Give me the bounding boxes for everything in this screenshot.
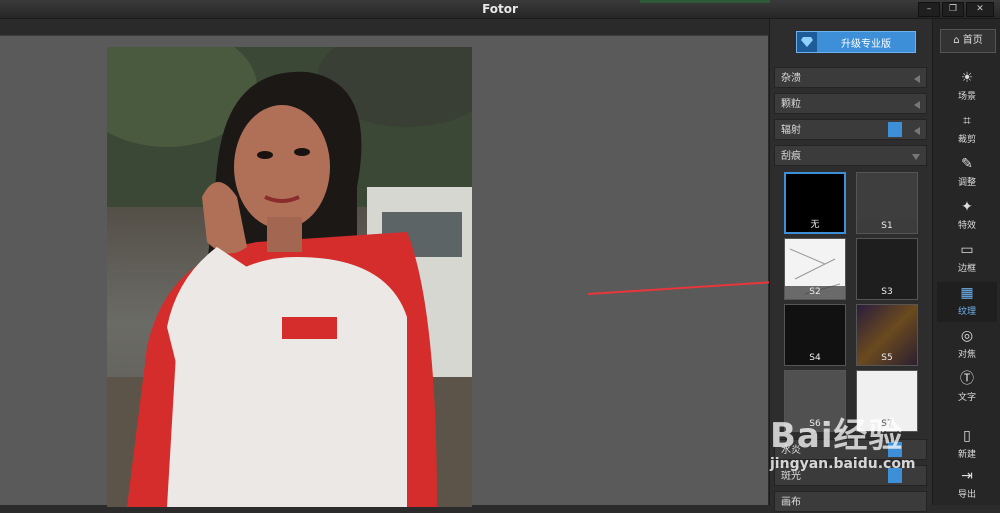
texture-thumb-s6[interactable]: S6	[784, 370, 846, 432]
diamond-icon	[797, 32, 817, 52]
sparkle-icon: ✦	[961, 199, 973, 215]
texture-thumb-s4[interactable]: S4	[784, 304, 846, 366]
tool-new[interactable]: ▯ 新建	[937, 425, 997, 465]
tool-label: 文字	[957, 393, 976, 403]
tool-label: 新建	[957, 450, 976, 460]
tool-label: 对焦	[957, 350, 976, 360]
section-water-flame[interactable]: 水炎	[774, 439, 927, 460]
texture-thumb-none[interactable]: 无	[784, 172, 846, 234]
crop-icon: ⌗	[963, 113, 971, 129]
expand-arrow-icon	[912, 154, 920, 160]
section-scratches[interactable]: 刮痕	[774, 145, 927, 166]
text-icon: Ⓣ	[960, 371, 974, 387]
frame-icon: ▭	[960, 242, 974, 258]
section-light-spot[interactable]: 斑光	[774, 465, 927, 486]
pencil-icon: ✎	[961, 156, 973, 172]
upgrade-label: 升级专业版	[841, 38, 891, 50]
export-icon: ⇥	[961, 468, 973, 484]
pro-diamond-icon	[888, 122, 902, 137]
upgrade-button[interactable]: 升级专业版	[796, 31, 916, 53]
section-label: 杂溃	[781, 73, 801, 84]
tool-label: 纹理	[957, 307, 976, 317]
tool-texture[interactable]: ▦ 纹理	[937, 282, 997, 322]
pro-diamond-icon	[888, 468, 902, 483]
tool-label: 导出	[957, 490, 976, 500]
section-label: 颗粒	[781, 99, 801, 110]
effects-panel: 升级专业版 杂溃 颗粒 辐射 刮痕 无 S1 S2 S3 S4 S5 S6 S7…	[769, 19, 932, 512]
sun-icon: ☀	[960, 70, 974, 86]
texture-thumb-s3[interactable]: S3	[856, 238, 918, 300]
section-canvas[interactable]: 画布	[774, 491, 927, 512]
texture-label: S2	[785, 286, 845, 299]
tool-scene[interactable]: ☀ 场景	[937, 67, 997, 107]
tool-label: 裁剪	[957, 135, 976, 145]
home-label: 首页	[962, 35, 983, 46]
collapse-arrow-icon	[914, 101, 920, 109]
target-icon: ◎	[960, 328, 974, 344]
tool-text[interactable]: Ⓣ 文字	[937, 368, 997, 408]
section-label: 水炎	[781, 445, 801, 456]
texture-thumb-s5[interactable]: S5	[856, 304, 918, 366]
texture-icon: ▦	[960, 285, 974, 301]
texture-label: S5	[881, 353, 893, 363]
texture-thumb-s7[interactable]: S7	[856, 370, 918, 432]
texture-label: 无	[810, 220, 820, 230]
section-label: 画布	[781, 497, 801, 508]
home-icon: ⌂	[953, 35, 963, 46]
new-file-icon: ▯	[963, 428, 971, 444]
section-label: 刮痕	[781, 151, 801, 162]
collapse-arrow-icon	[914, 75, 920, 83]
section-grain[interactable]: 颗粒	[774, 93, 927, 114]
texture-label: S6	[809, 419, 821, 429]
tools-sidebar: ⌂ 首页 ☀ 场景 ⌗ 裁剪 ✎ 调整 ✦ 特效 ▭ 边框 ▦ 纹理 ◎ 对焦 …	[932, 19, 1000, 505]
tool-label: 调整	[957, 178, 976, 188]
texture-label: S3	[881, 287, 893, 297]
tool-label: 场景	[957, 92, 976, 102]
section-radiation[interactable]: 辐射	[774, 119, 927, 140]
tool-adjust[interactable]: ✎ 调整	[937, 153, 997, 193]
home-button[interactable]: ⌂ 首页	[940, 29, 996, 53]
section-label: 斑光	[781, 471, 801, 482]
tool-label: 边框	[957, 264, 976, 274]
tool-label: 特效	[957, 221, 976, 231]
tool-effects[interactable]: ✦ 特效	[937, 196, 997, 236]
section-label: 辐射	[781, 125, 801, 136]
section-zakui[interactable]: 杂溃	[774, 67, 927, 88]
texture-thumb-s1[interactable]: S1	[856, 172, 918, 234]
tool-focus[interactable]: ◎ 对焦	[937, 325, 997, 365]
collapse-arrow-icon	[914, 127, 920, 135]
tool-frame[interactable]: ▭ 边框	[937, 239, 997, 279]
texture-label: S7	[881, 419, 893, 429]
texture-label: S4	[809, 353, 821, 363]
texture-label: S1	[857, 220, 917, 233]
tool-export[interactable]: ⇥ 导出	[937, 465, 997, 505]
texture-thumb-s2[interactable]: S2	[784, 238, 846, 300]
tool-crop[interactable]: ⌗ 裁剪	[937, 110, 997, 150]
pro-diamond-icon	[888, 442, 902, 457]
